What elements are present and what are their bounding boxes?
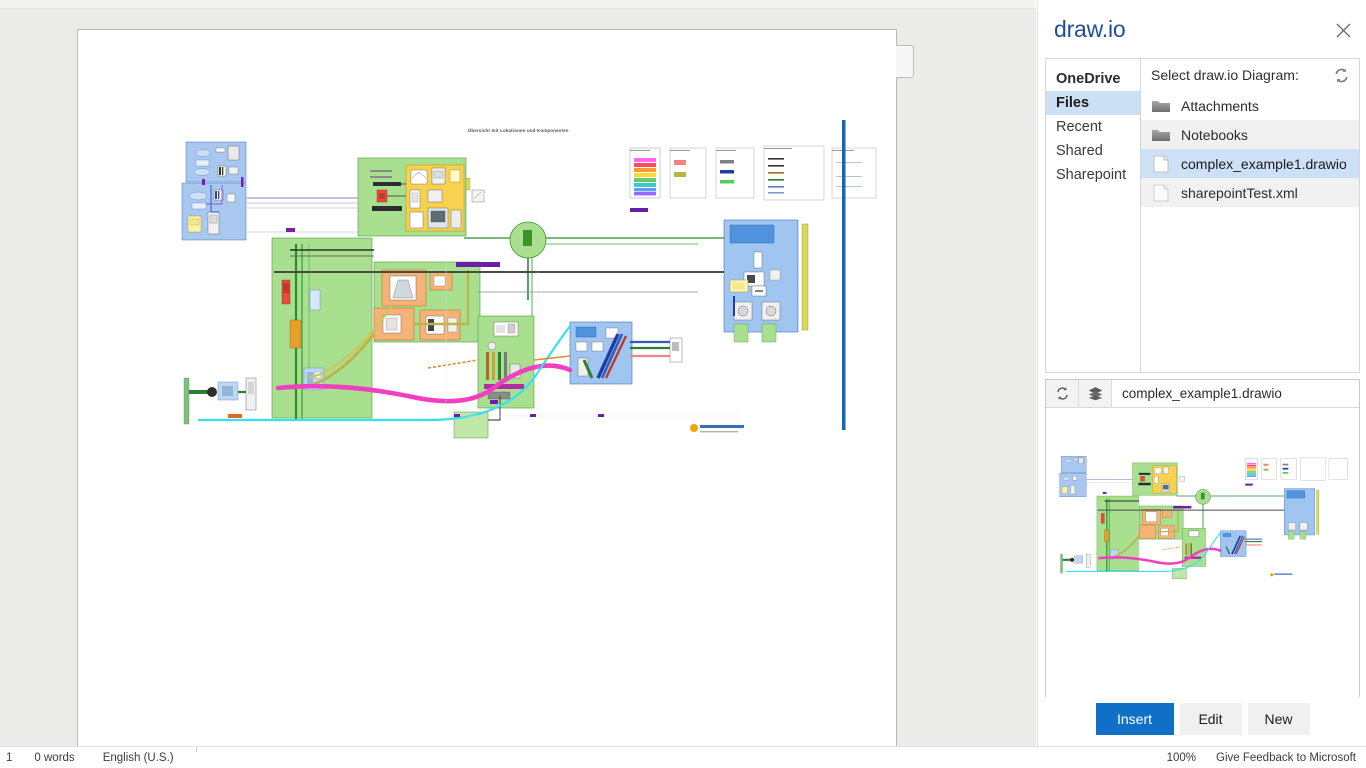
- folder-icon: [1150, 95, 1172, 117]
- status-left-group: 1 0 words English (U.S.): [0, 747, 174, 768]
- file-browser: OneDrive Files Recent Shared Sharepoint …: [1045, 58, 1360, 373]
- task-pane-title: draw.io: [1054, 16, 1125, 43]
- zoom-level[interactable]: 100%: [1167, 752, 1196, 764]
- list-item-label: sharepointTest.xml: [1181, 185, 1298, 201]
- list-item-label: Attachments: [1181, 98, 1259, 114]
- file-list: Select draw.io Diagram:: [1141, 59, 1359, 372]
- diagram-thumbnail: [1058, 443, 1348, 588]
- edit-button[interactable]: Edit: [1180, 703, 1242, 735]
- list-item[interactable]: Notebooks: [1141, 120, 1359, 149]
- pane-action-buttons: Insert Edit New: [1038, 703, 1366, 746]
- file-icon: [1150, 182, 1172, 204]
- preview-layers-button[interactable]: [1079, 380, 1112, 407]
- nav-item-shared[interactable]: Shared: [1046, 139, 1140, 163]
- preview-filename: complex_example1.drawio: [1112, 380, 1359, 407]
- storage-nav: OneDrive Files Recent Shared Sharepoint: [1046, 59, 1141, 372]
- close-icon[interactable]: [1329, 16, 1357, 44]
- file-icon: [1150, 153, 1172, 175]
- status-right-group: 100% Give Feedback to Microsoft: [1167, 747, 1356, 768]
- preview-refresh-button[interactable]: [1046, 380, 1079, 407]
- word-count[interactable]: 0 words: [34, 752, 74, 764]
- list-item-selected[interactable]: complex_example1.drawio: [1141, 149, 1359, 178]
- thumbnail-graphic: [1058, 443, 1348, 588]
- list-item[interactable]: sharepointTest.xml: [1141, 178, 1359, 207]
- status-bar: 1 0 words English (U.S.) 100% Give Feedb…: [0, 746, 1366, 768]
- canvas-top-strip: [0, 0, 1036, 9]
- nav-item-sharepoint[interactable]: Sharepoint: [1046, 163, 1140, 187]
- task-pane-header: draw.io: [1038, 0, 1366, 58]
- application-window: Übersicht mit Lokationen und Komponenten: [0, 0, 1366, 768]
- page-number[interactable]: 1: [6, 752, 12, 764]
- list-item[interactable]: Attachments: [1141, 91, 1359, 120]
- preview-canvas[interactable]: [1046, 408, 1359, 697]
- nav-item-recent[interactable]: Recent: [1046, 115, 1140, 139]
- diagram-graphic: [178, 120, 878, 450]
- file-list-header: Select draw.io Diagram:: [1141, 59, 1359, 91]
- refresh-icon: [1054, 385, 1071, 402]
- status-divider: [196, 747, 197, 752]
- list-item-label: complex_example1.drawio: [1181, 156, 1347, 172]
- file-list-title: Select draw.io Diagram:: [1151, 67, 1332, 83]
- document-page[interactable]: Übersicht mit Lokationen und Komponenten: [77, 29, 897, 746]
- insert-button[interactable]: Insert: [1096, 703, 1174, 735]
- layers-icon: [1087, 385, 1104, 402]
- embedded-drawio-diagram[interactable]: Übersicht mit Lokationen und Komponenten: [178, 120, 878, 450]
- language-indicator[interactable]: English (U.S.): [103, 752, 174, 764]
- page-edge-tab[interactable]: [896, 45, 914, 78]
- folder-icon: [1150, 124, 1172, 146]
- new-button[interactable]: New: [1248, 703, 1310, 735]
- refresh-icon[interactable]: [1332, 66, 1351, 85]
- document-canvas: Übersicht mit Lokationen und Komponenten: [0, 0, 1036, 746]
- feedback-link[interactable]: Give Feedback to Microsoft: [1216, 752, 1356, 764]
- storage-provider-label: OneDrive: [1046, 69, 1140, 91]
- drawio-task-pane: draw.io OneDrive Files Recent Shared Sha…: [1037, 0, 1366, 746]
- diagram-preview-panel: complex_example1.drawio: [1045, 379, 1360, 697]
- nav-item-files[interactable]: Files: [1046, 91, 1140, 115]
- list-item-label: Notebooks: [1181, 127, 1248, 143]
- preview-toolbar: complex_example1.drawio: [1046, 380, 1359, 408]
